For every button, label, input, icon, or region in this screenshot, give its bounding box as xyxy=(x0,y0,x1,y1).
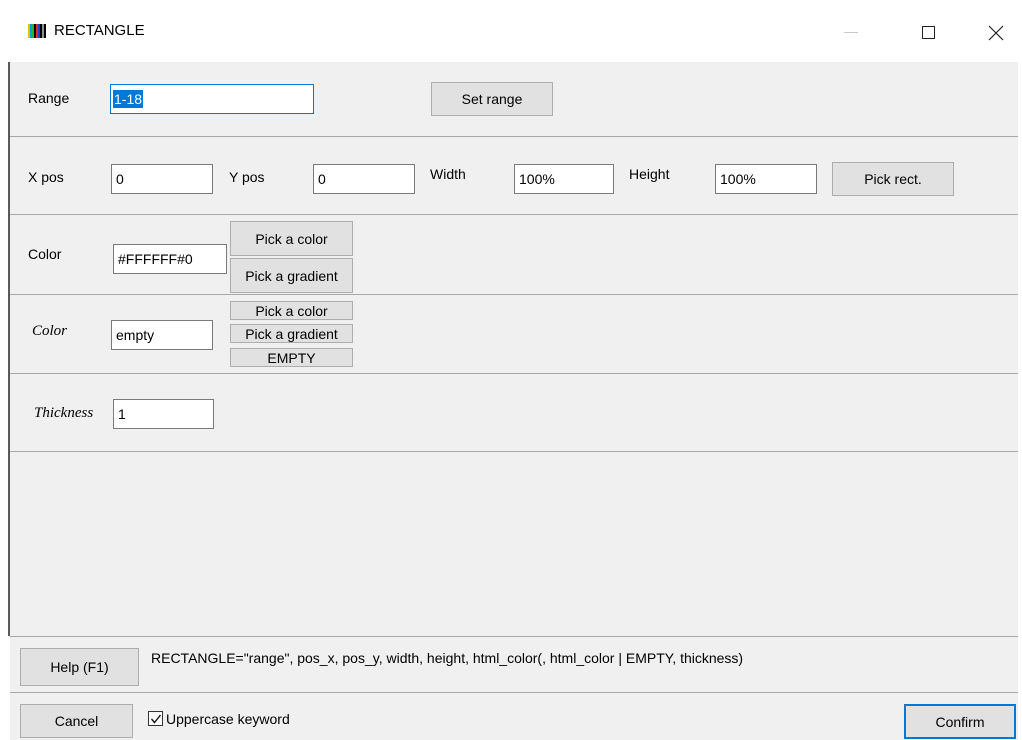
close-icon xyxy=(988,25,1004,41)
range-input[interactable]: 1-18 xyxy=(110,84,314,114)
syntax-hint: RECTANGLE="range", pos_x, pos_y, width, … xyxy=(151,650,744,666)
border-pick-color-button[interactable]: Pick a color xyxy=(230,301,353,320)
x-pos-label: X pos xyxy=(28,169,64,185)
section-divider xyxy=(10,214,1018,215)
width-input[interactable] xyxy=(514,164,614,194)
uppercase-label: Uppercase keyword xyxy=(166,711,290,727)
thickness-input[interactable] xyxy=(113,399,214,429)
height-label: Height xyxy=(629,166,670,182)
section-divider xyxy=(10,373,1018,374)
maximize-button[interactable] xyxy=(906,14,952,50)
x-pos-input[interactable] xyxy=(111,164,213,194)
section-divider xyxy=(10,136,1018,137)
checkmark-icon xyxy=(150,714,162,724)
range-label: Range xyxy=(28,90,70,106)
fill-pick-gradient-button[interactable]: Pick a gradient xyxy=(230,258,353,293)
border-color-input[interactable] xyxy=(111,320,213,350)
uppercase-checkbox[interactable] xyxy=(148,711,163,726)
left-edge xyxy=(8,62,10,636)
border-pick-gradient-button[interactable]: Pick a gradient xyxy=(230,324,353,343)
set-range-button[interactable]: Set range xyxy=(431,82,553,116)
cancel-button[interactable]: Cancel xyxy=(20,704,133,738)
section-divider xyxy=(10,451,1018,452)
border-empty-button[interactable]: EMPTY xyxy=(230,348,353,367)
section-divider xyxy=(10,294,1018,295)
border-color-label: Color xyxy=(32,323,68,339)
help-button[interactable]: Help (F1) xyxy=(20,648,139,686)
window-title: RECTANGLE xyxy=(54,22,145,39)
confirm-button[interactable]: Confirm xyxy=(904,704,1016,739)
title-bar: RECTANGLE xyxy=(0,0,1022,62)
height-input[interactable] xyxy=(715,164,817,194)
section-divider xyxy=(10,636,1018,637)
y-pos-label: Y pos xyxy=(229,169,265,185)
pick-rect-button[interactable]: Pick rect. xyxy=(832,162,954,196)
fill-color-label: Color xyxy=(28,246,62,262)
fill-pick-color-button[interactable]: Pick a color xyxy=(230,221,353,256)
y-pos-input[interactable] xyxy=(313,164,415,194)
width-label: Width xyxy=(430,166,466,182)
thickness-label: Thickness xyxy=(34,405,94,421)
minimize-button[interactable] xyxy=(828,14,874,50)
fill-color-input[interactable] xyxy=(113,244,227,274)
app-colorbars-icon xyxy=(28,24,46,38)
section-divider xyxy=(10,692,1018,693)
close-button[interactable] xyxy=(973,14,1019,50)
